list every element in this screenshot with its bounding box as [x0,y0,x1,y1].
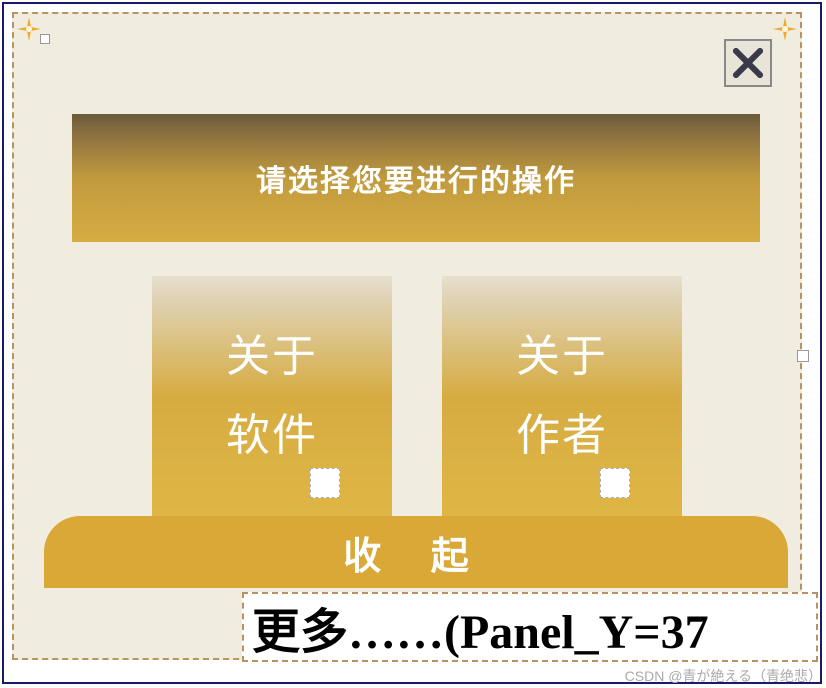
collapse-button[interactable]: 收 起 [44,516,788,588]
option-text-line: 关于 [516,317,608,396]
selection-handle [310,468,340,498]
collapse-label: 收 起 [343,525,489,580]
header-panel: 请选择您要进行的操作 [72,114,760,242]
option-text-line: 软件 [226,396,318,475]
sparkle-decoration-icon [773,17,797,41]
header-title: 请选择您要进行的操作 [256,156,576,200]
selection-handle [600,468,630,498]
selection-handle [797,350,809,362]
option-text-line: 作者 [516,396,608,475]
about-author-button[interactable]: 关于 作者 [442,276,682,516]
watermark-text: CSDN @青が絶える（青绝悲） [625,666,822,686]
sparkle-decoration-icon [17,17,41,41]
selection-handle [40,34,50,44]
close-button[interactable] [724,39,772,87]
about-software-button[interactable]: 关于 软件 [152,276,392,516]
more-panel-label[interactable]: 更多……(Panel_Y=37 [242,592,818,662]
close-icon [730,45,766,81]
main-dialog-panel: 请选择您要进行的操作 关于 软件 关于 作者 收 起 更多……(Panel_Y=… [12,12,802,660]
option-text-line: 关于 [226,317,318,396]
more-text: 更多……(Panel_Y=37 [252,592,709,662]
